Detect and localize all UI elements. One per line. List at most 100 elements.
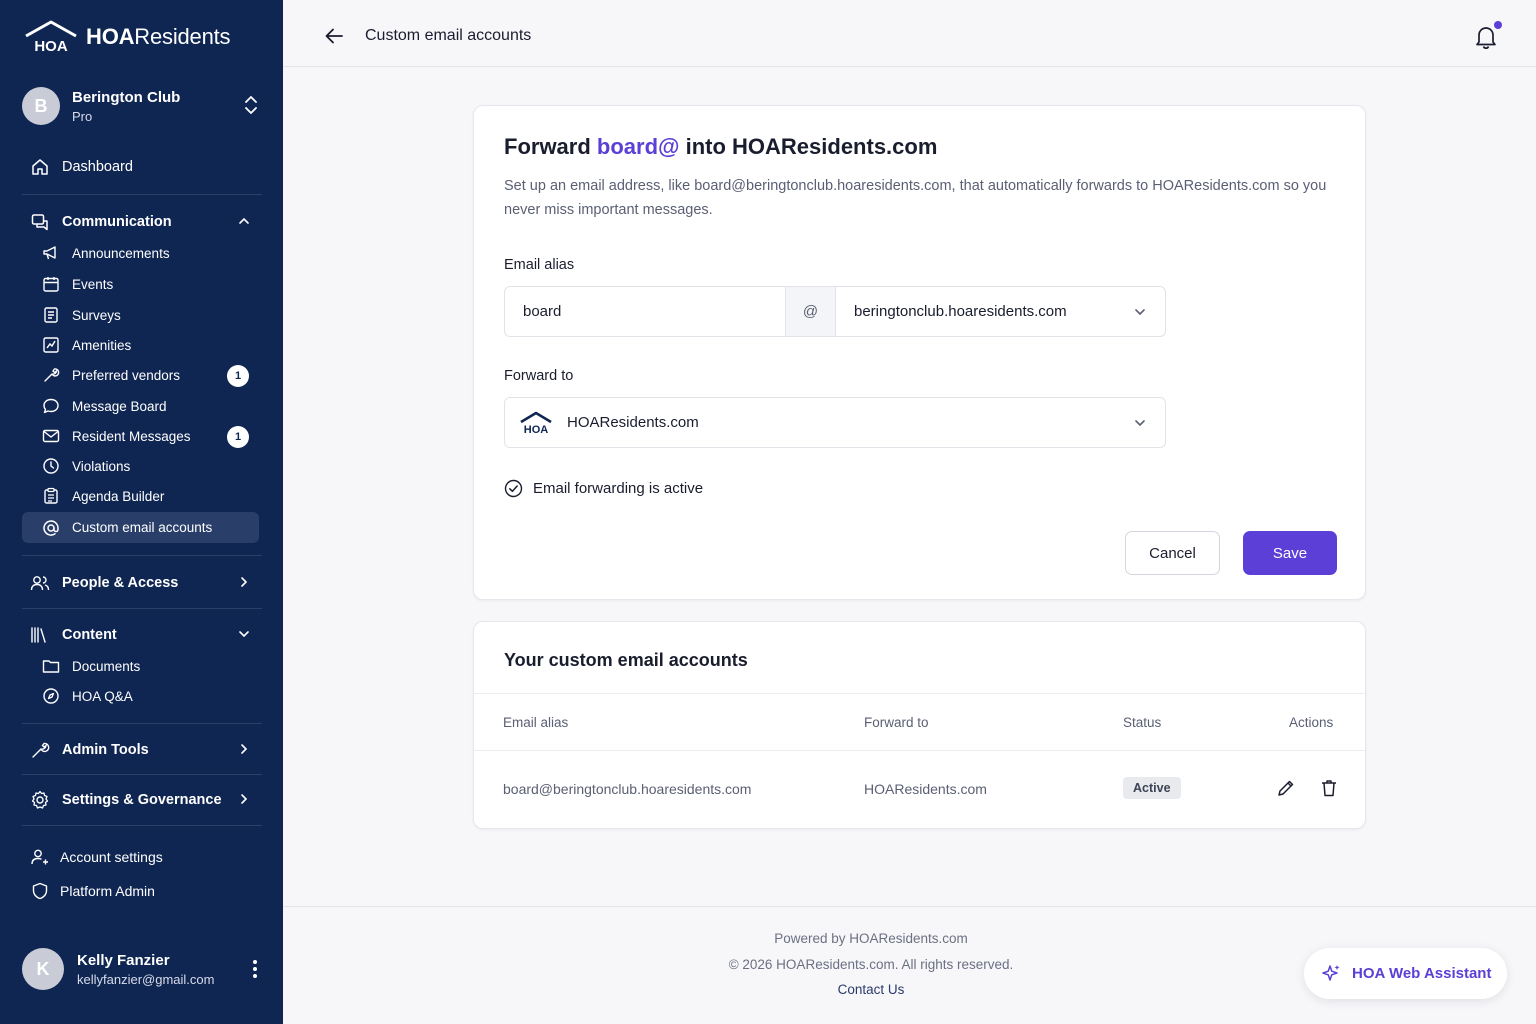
notification-dot (1494, 21, 1502, 29)
sidebar-item-label: Amenities (72, 337, 132, 353)
sidebar-item-documents[interactable]: Documents (22, 652, 259, 680)
forward-to-value: HOAResidents.com (567, 414, 699, 431)
clipboard-list-icon (42, 306, 60, 324)
sidebar-item-agenda-builder[interactable]: Agenda Builder (22, 482, 259, 510)
footer-divider (283, 906, 1536, 907)
sidebar-item-label: Violations (72, 458, 131, 474)
footer-copyright: © 2026 HOAResidents.com. All rights rese… (728, 956, 1014, 972)
brand-name: HOAResidents (86, 24, 231, 49)
email-alias-input[interactable] (505, 287, 786, 336)
logo-mark-text: HOA (34, 38, 68, 54)
avatar: K (22, 948, 64, 990)
hoa-logo-icon: HOA (520, 411, 552, 435)
wrench-icon (42, 366, 60, 384)
sidebar-item-label: Announcements (72, 245, 170, 261)
column-header-status: Status (1123, 715, 1162, 730)
table-row: board@beringtonclub.hoaresidents.com HOA… (474, 751, 1365, 828)
sidebar-item-announcements[interactable]: Announcements (22, 239, 259, 267)
assistant-label: HOA Web Assistant (1352, 965, 1492, 982)
sidebar-divider (22, 555, 262, 556)
tools-icon (30, 740, 50, 760)
sidebar-item-message-board[interactable]: Message Board (22, 392, 259, 420)
hoa-web-assistant-button[interactable]: HOA Web Assistant (1304, 948, 1507, 999)
section-title: Your custom email accounts (504, 650, 748, 670)
users-icon (30, 573, 50, 593)
sidebar-item-surveys[interactable]: Surveys (22, 301, 259, 329)
sidebar-item-violations[interactable]: Violations (22, 452, 259, 480)
forwarding-status-text: Email forwarding is active (533, 480, 704, 497)
megaphone-icon (42, 244, 60, 262)
row-forward-to: HOAResidents.com (864, 781, 987, 797)
sidebar-item-preferred-vendors[interactable]: Preferred vendors 1 (22, 361, 259, 389)
sidebar-divider (22, 723, 262, 724)
sidebar-item-label: Account settings (60, 849, 163, 865)
forward-to-select[interactable]: HOA HOAResidents.com (504, 397, 1166, 448)
trash-icon[interactable] (1319, 778, 1339, 798)
shield-icon (30, 881, 50, 901)
chat-bubble-icon (42, 397, 60, 415)
sidebar-item-dashboard[interactable]: Dashboard (22, 152, 259, 182)
sidebar-divider (22, 608, 262, 609)
sidebar-item-label: Documents (72, 658, 141, 674)
clipboard-icon (42, 487, 60, 505)
domain-select[interactable]: beringtonclub.hoaresidents.com (836, 287, 1165, 336)
chevron-down-icon (239, 631, 249, 638)
sidebar-item-label: Preferred vendors (72, 367, 181, 383)
sidebar-item-account-settings[interactable]: Account settings (22, 842, 259, 872)
column-header-actions: Actions (1289, 715, 1334, 730)
edit-pencil-icon[interactable] (1276, 778, 1296, 798)
email-alias-group: @ beringtonclub.hoaresidents.com (504, 286, 1166, 337)
notifications-button[interactable] (1474, 21, 1502, 55)
chevron-up-icon (239, 217, 249, 224)
at-sign-icon (42, 519, 60, 537)
sidebar-item-label: HOA Q&A (72, 688, 133, 704)
user-profile[interactable]: K Kelly Fanzier kellyfanzier@gmail.com (22, 947, 262, 991)
organization-switcher[interactable]: B Berington Club Pro (22, 84, 262, 128)
custom-email-accounts-card: Your custom email accounts Email alias F… (473, 621, 1366, 829)
sidebar-group-admin-tools[interactable]: Admin Tools (22, 735, 259, 765)
chat-windows-icon (30, 212, 50, 232)
sidebar: HOA HOAResidents B Berington Club Pro Da… (0, 0, 283, 1024)
sidebar-group-people-access[interactable]: People & Access (22, 568, 259, 598)
sidebar-item-platform-admin[interactable]: Platform Admin (22, 876, 259, 906)
home-icon (30, 157, 50, 177)
sidebar-item-hoa-qa[interactable]: HOA Q&A (22, 682, 259, 710)
sidebar-item-resident-messages[interactable]: Resident Messages 1 (22, 422, 259, 450)
email-alias-label: Email alias (504, 257, 575, 273)
sidebar-item-label: Agenda Builder (72, 488, 165, 504)
chart-box-icon (42, 336, 60, 354)
clock-icon (42, 457, 60, 475)
sidebar-group-label: People & Access (62, 575, 179, 591)
folder-icon (42, 657, 60, 675)
calendar-icon (42, 275, 60, 293)
chevron-right-icon (241, 794, 248, 804)
cancel-button[interactable]: Cancel (1125, 531, 1220, 575)
chevron-up-down-icon (245, 96, 257, 114)
org-avatar: B (22, 87, 60, 125)
sidebar-group-communication[interactable]: Communication (22, 207, 259, 237)
sidebar-group-settings-governance[interactable]: Settings & Governance (22, 785, 259, 815)
at-symbol: @ (786, 287, 836, 336)
arrow-left-icon[interactable] (323, 25, 345, 47)
sidebar-divider (22, 825, 262, 826)
sidebar-group-label: Content (62, 627, 117, 643)
check-circle-icon (504, 479, 523, 498)
sidebar-group-content[interactable]: Content (22, 620, 259, 650)
sidebar-group-label: Settings & Governance (62, 792, 222, 808)
status-badge: Active (1123, 777, 1181, 799)
sparkle-icon (1322, 964, 1340, 981)
brand-logo[interactable]: HOA HOAResidents (24, 20, 231, 54)
sidebar-divider (22, 194, 262, 195)
sidebar-item-events[interactable]: Events (22, 270, 259, 298)
hoa-logo-text: HOA (524, 424, 549, 435)
save-button[interactable]: Save (1243, 531, 1337, 575)
sidebar-item-amenities[interactable]: Amenities (22, 331, 259, 359)
sidebar-item-custom-email-accounts[interactable]: Custom email accounts (22, 512, 259, 543)
user-name: Kelly Fanzier (77, 951, 170, 969)
more-vertical-icon[interactable] (252, 959, 258, 979)
contact-us-link[interactable]: Contact Us (283, 977, 1459, 1003)
mail-icon (42, 427, 60, 445)
form-description: Set up an email address, like board@beri… (504, 178, 1327, 218)
top-bar: Custom email accounts (283, 0, 1536, 67)
compass-icon (42, 687, 60, 705)
